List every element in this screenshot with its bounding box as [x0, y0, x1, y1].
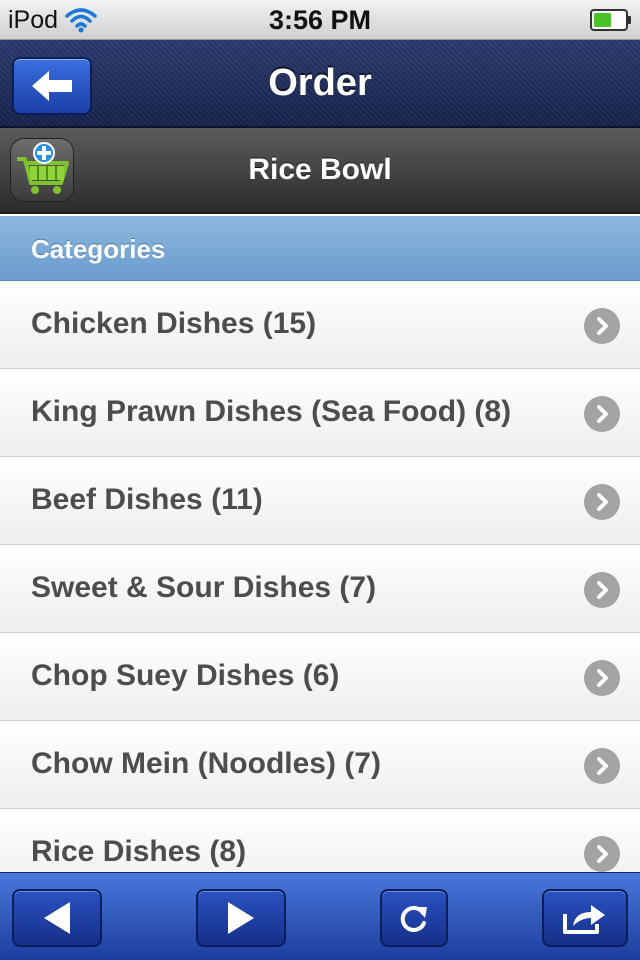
bottom-toolbar [0, 872, 640, 960]
chevron-right-icon [584, 484, 620, 520]
share-button[interactable] [542, 889, 628, 947]
list-item[interactable]: Chop Suey Dishes (6) [0, 633, 640, 721]
list-item[interactable]: Chow Mein (Noodles) (7) [0, 721, 640, 809]
list-item-label: Beef Dishes (11) [31, 483, 263, 516]
category-list: Chicken Dishes (15) King Prawn Dishes (S… [0, 281, 640, 872]
categories-header: Categories [0, 216, 640, 281]
navigation-bar: Order [0, 40, 640, 128]
chevron-right-icon [584, 308, 620, 344]
chevron-right-icon [584, 748, 620, 784]
categories-title: Categories [31, 234, 166, 264]
status-time: 3:56 PM [268, 5, 372, 35]
share-icon [563, 905, 605, 934]
list-item[interactable]: Chicken Dishes (15) [0, 281, 640, 369]
chevron-right-icon [584, 660, 620, 696]
back-icon [44, 902, 70, 934]
list-item-label: Rice Dishes (8) [31, 835, 247, 868]
list-item[interactable]: Sweet & Sour Dishes (7) [0, 545, 640, 633]
browser-forward-button[interactable] [196, 889, 286, 947]
page-title: Order [268, 62, 372, 104]
list-item-label: Chicken Dishes (15) [31, 307, 317, 340]
battery-icon [590, 9, 631, 31]
restaurant-header: Rice Bowl [0, 128, 640, 214]
browser-back-button[interactable] [12, 889, 102, 947]
chevron-right-icon [584, 836, 620, 872]
list-item-label: Chop Suey Dishes (6) [31, 659, 340, 692]
list-item-label: Chow Mein (Noodles) (7) [31, 747, 381, 780]
forward-icon [228, 902, 254, 934]
chevron-right-icon [584, 572, 620, 608]
chevron-right-icon [584, 396, 620, 432]
list-item[interactable]: King Prawn Dishes (Sea Food) (8) [0, 369, 640, 457]
list-item-label: Sweet & Sour Dishes (7) [31, 571, 377, 604]
restaurant-name: Rice Bowl [248, 153, 392, 186]
list-item-label: King Prawn Dishes (Sea Food) (8) [31, 395, 512, 428]
list-item[interactable]: Beef Dishes (11) [0, 457, 640, 545]
refresh-icon [400, 905, 427, 932]
refresh-button[interactable] [380, 889, 448, 947]
status-bar: iPod 3:56 PM [0, 0, 640, 40]
list-item[interactable]: Rice Dishes (8) [0, 809, 640, 872]
